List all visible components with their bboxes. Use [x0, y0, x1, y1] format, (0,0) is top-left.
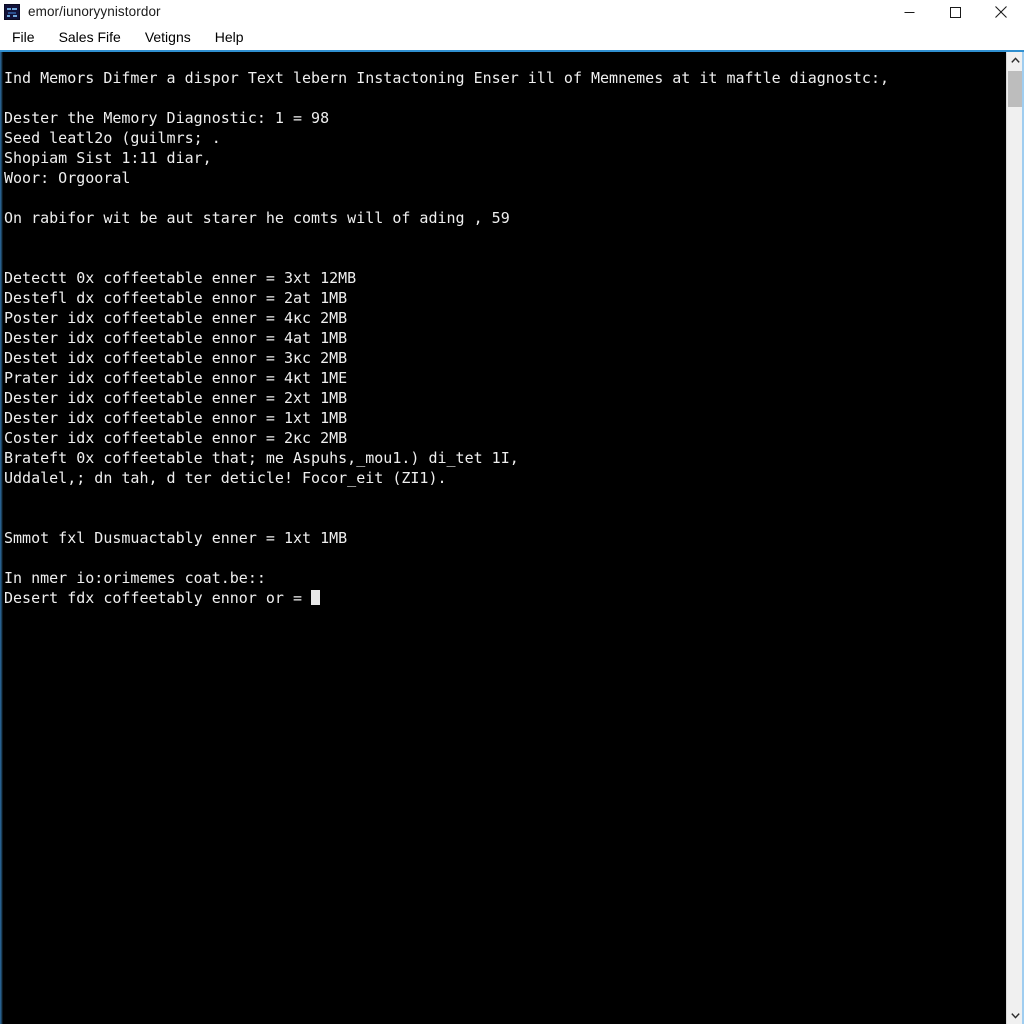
terminal-line: Destet idx coffeetable ennor = 3кc 2MB	[4, 349, 348, 367]
terminal-line: Destefl dx coffeetable ennor = 2at 1MB	[4, 289, 348, 307]
menu-bar: File Sales Fife Vetigns Help	[0, 24, 1024, 50]
terminal-line: Ind Memors Difmer a dispor Text lebern I…	[4, 69, 890, 87]
minimize-button[interactable]	[886, 0, 932, 24]
terminal-prompt-line: Desert fdx coffeetably ennor or =	[3, 588, 1006, 608]
terminal-line: Coster idx coffeetable ennor = 2кc 2MB	[4, 429, 348, 447]
terminal-line: Dester idx coffeetable ennor = 1xt 1MB	[4, 409, 348, 427]
scroll-thumb[interactable]	[1008, 71, 1023, 107]
menu-item-help[interactable]: Help	[213, 26, 254, 49]
application-window: emor/iunoryynistordor File Sales Fife Ve…	[0, 0, 1024, 1024]
window-controls	[886, 0, 1024, 24]
close-button[interactable]	[978, 0, 1024, 24]
terminal-line: Prater idx coffeetable ennor = 4кt 1ME	[4, 369, 348, 387]
terminal-line: Seed leatl2o (guilmrs; .	[4, 129, 221, 147]
terminal-region: Ind Memors Difmer a dispor Text lebern I…	[0, 50, 1024, 1024]
terminal-line: Poster idx coffeetable enner = 4кc 2MB	[4, 309, 348, 327]
terminal-line: Dester idx coffeetable enner = 2xt 1MB	[4, 389, 348, 407]
terminal-line: Detectt 0x coffeetable enner = 3xt 12MB	[4, 269, 357, 287]
terminal-line: Shopiam Sist 1:11 diar,	[4, 149, 212, 167]
title-bar[interactable]: emor/iunoryynistordor	[0, 0, 1024, 24]
window-title: emor/iunoryynistordor	[28, 4, 161, 19]
terminal-output[interactable]: Ind Memors Difmer a dispor Text lebern I…	[3, 52, 1006, 1024]
terminal-line: Dester idx coffeetable ennor = 4at 1MB	[4, 329, 348, 347]
terminal-line: Dester the Memory Diagnostic: 1 = 98	[4, 109, 330, 127]
menu-item-file[interactable]: File	[10, 26, 45, 49]
terminal-line: On rabifor wit be aut starer he comts wi…	[4, 209, 510, 227]
terminal-line: Smmot fxl Dusmuactably enner = 1xt 1MB	[4, 529, 348, 547]
terminal-line: In nmer io:orimemes coat.be::	[4, 569, 266, 587]
terminal-prompt-text: Desert fdx coffeetably ennor or =	[4, 589, 312, 607]
menu-item-sales-fife[interactable]: Sales Fife	[57, 26, 131, 49]
terminal-line: Uddalel,; dn tah, d ter deticle! Focor_e…	[4, 469, 447, 487]
app-icon	[4, 4, 20, 20]
terminal-cursor	[311, 590, 321, 605]
maximize-button[interactable]	[932, 0, 978, 24]
menu-item-vetigns[interactable]: Vetigns	[143, 26, 201, 49]
terminal-line: Brateft 0x coffeetable that; me Aspuhs,_…	[4, 449, 519, 467]
terminal-line: Woor: Orgooral	[4, 169, 131, 187]
